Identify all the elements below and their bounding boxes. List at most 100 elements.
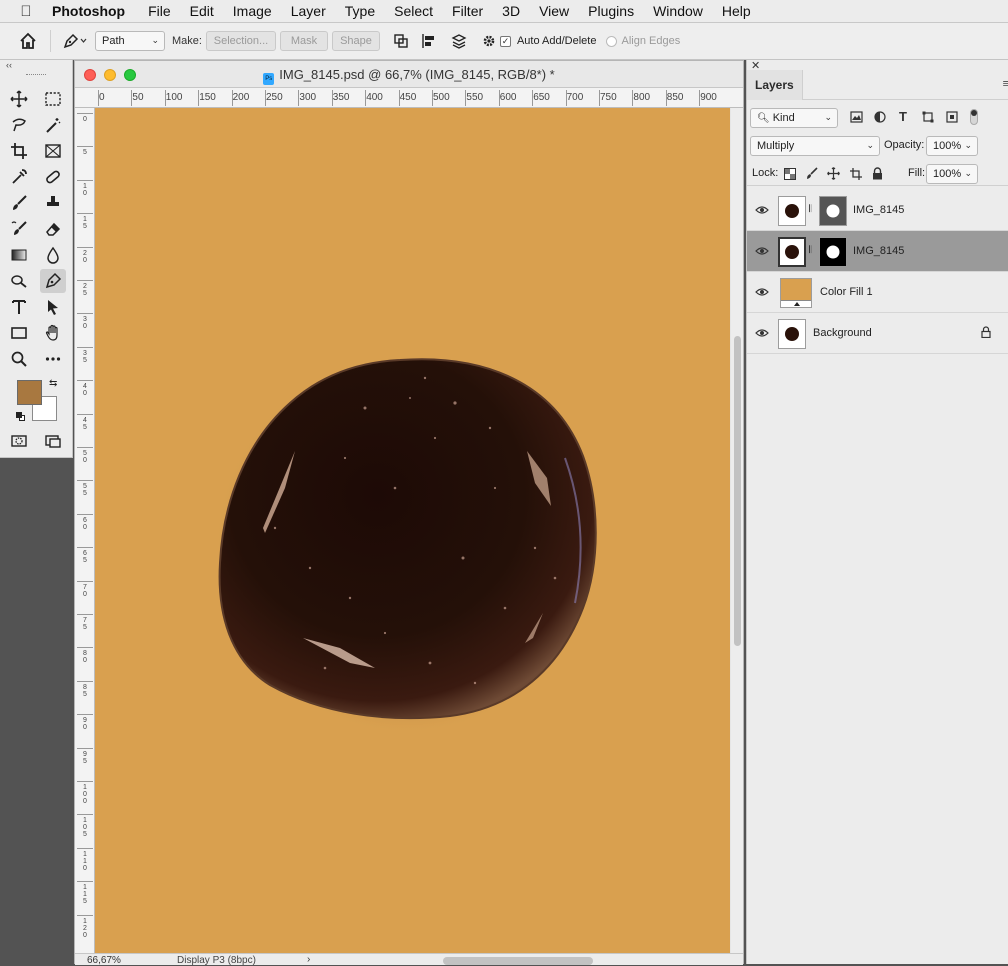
blur-tool-icon[interactable] [40, 243, 66, 267]
more-tools-icon[interactable] [40, 347, 66, 371]
menu-type[interactable]: Type [336, 0, 385, 23]
vertical-ruler[interactable]: 0 5 1 0 1 5 2 0 2 5 3 0 3 5 4 0 4 5 5 0 5 5 6 0 6 5 7 … [75, 108, 95, 953]
menu-edit[interactable]: Edit [181, 0, 224, 23]
gradient-tool-icon[interactable] [6, 243, 32, 267]
lasso-tool-icon[interactable] [6, 113, 32, 137]
menu-app-photoshop[interactable]: Photoshop [52, 0, 139, 23]
shape-layer-filter-icon[interactable] [922, 111, 934, 126]
smart-object-filter-icon[interactable] [946, 111, 958, 126]
lock-transparent-pixels-icon[interactable] [784, 168, 796, 183]
frame-tool-icon[interactable] [40, 139, 66, 163]
brush-tool-icon[interactable] [6, 191, 32, 215]
layer-thumbnail[interactable] [778, 196, 806, 226]
visibility-eye-icon[interactable] [755, 286, 769, 298]
dodge-tool-icon[interactable] [6, 269, 32, 293]
fill-layer-thumbnail[interactable] [780, 278, 812, 308]
layer-name[interactable]: IMG_8145 [853, 204, 904, 216]
horizontal-ruler[interactable]: 0 50 100 150 200 250 300 350 400 450 500 550 600 650 7… [75, 88, 743, 108]
vertical-scrollbar[interactable] [731, 108, 743, 954]
zoom-tool-icon[interactable] [6, 347, 32, 371]
scrollbar-thumb[interactable] [734, 336, 741, 646]
menu-3d[interactable]: 3D [493, 0, 530, 23]
type-layer-filter-icon[interactable]: T [899, 109, 907, 124]
layer-row[interactable]: 𝄃 IMG_8145 [747, 190, 1008, 231]
status-arrow-icon[interactable]: › [307, 954, 310, 965]
blend-mode-select[interactable]: Multiply ⌄ [750, 136, 880, 156]
make-selection-button[interactable]: Selection... [205, 31, 276, 51]
pen-tool-preset-icon[interactable] [59, 28, 91, 54]
layer-thumbnail[interactable] [778, 237, 806, 267]
menu-view[interactable]: View [530, 0, 579, 23]
clone-stamp-icon[interactable] [40, 191, 66, 215]
layer-thumbnail[interactable] [778, 319, 806, 349]
zoom-level[interactable]: 66,67% [87, 955, 121, 966]
mask-link-icon[interactable]: 𝄃 [809, 245, 811, 256]
eraser-tool-icon[interactable] [40, 217, 66, 241]
rectangle-tool-icon[interactable] [6, 321, 32, 345]
collapse-panel-icon[interactable]: ‹‹ [6, 60, 12, 70]
menu-layer[interactable]: Layer [282, 0, 336, 23]
mask-link-icon[interactable]: 𝄃 [809, 204, 811, 215]
menu-image[interactable]: Image [224, 0, 282, 23]
menu-filter[interactable]: Filter [443, 0, 493, 23]
menu-window[interactable]: Window [644, 0, 713, 23]
apple-menu-icon[interactable]:  [0, 3, 52, 20]
menu-plugins[interactable]: Plugins [579, 0, 644, 23]
default-colors-icon[interactable] [16, 412, 25, 421]
layer-row[interactable]: Color Fill 1 [747, 272, 1008, 313]
lock-icon[interactable] [981, 326, 991, 341]
eyedropper-icon[interactable] [6, 165, 32, 189]
path-arrangement-icon[interactable] [444, 28, 474, 54]
layer-name[interactable]: IMG_8145 [853, 245, 904, 257]
panel-menu-icon[interactable]: ≡ [1003, 78, 1008, 90]
path-selection-icon[interactable] [40, 295, 66, 319]
visibility-eye-icon[interactable] [755, 245, 769, 257]
panel-grip[interactable] [26, 74, 46, 76]
crop-tool-icon[interactable] [6, 139, 32, 163]
fill-field[interactable]: 100% ⌄ [926, 164, 978, 184]
lock-position-icon[interactable] [827, 167, 840, 183]
auto-add-delete-checkbox[interactable]: ✓ [499, 35, 511, 47]
home-icon[interactable] [6, 28, 50, 54]
status-info[interactable]: Display P3 (8bpc) [177, 955, 256, 966]
layer-name[interactable]: Color Fill 1 [820, 286, 873, 298]
adjustment-layer-filter-icon[interactable] [874, 111, 886, 126]
filter-toggle-switch[interactable] [970, 109, 978, 125]
swap-colors-icon[interactable]: ⇆ [49, 378, 57, 389]
hand-tool-icon[interactable] [40, 321, 66, 345]
move-tool-icon[interactable] [6, 87, 32, 111]
lock-image-pixels-icon[interactable] [806, 167, 818, 183]
gear-icon[interactable] [478, 28, 500, 54]
screen-mode-icon[interactable] [40, 429, 66, 453]
layer-mask-thumbnail[interactable] [819, 237, 847, 267]
menu-help[interactable]: Help [713, 0, 761, 23]
layer-name[interactable]: Background [813, 327, 872, 339]
pixel-layer-filter-icon[interactable] [850, 111, 863, 126]
lock-artboard-icon[interactable] [850, 168, 862, 183]
visibility-eye-icon[interactable] [755, 204, 769, 216]
canvas[interactable] [95, 108, 730, 954]
marquee-tool-icon[interactable] [40, 87, 66, 111]
path-alignment-icon[interactable] [414, 28, 444, 54]
layer-row-selected[interactable]: 𝄃 IMG_8145 [747, 231, 1008, 272]
foreground-color-swatch[interactable] [17, 380, 42, 405]
path-operations-icon[interactable] [388, 28, 414, 54]
tab-layers[interactable]: Layers [747, 70, 803, 100]
type-tool-icon[interactable] [6, 295, 32, 319]
document-titlebar[interactable]: Ps IMG_8145.psd @ 66,7% (IMG_8145, RGB/8*… [75, 61, 743, 88]
opacity-field[interactable]: 100% ⌄ [926, 136, 978, 156]
menu-select[interactable]: Select [385, 0, 443, 23]
menu-file[interactable]: File [139, 0, 181, 23]
healing-brush-icon[interactable] [40, 165, 66, 189]
make-mask-button[interactable]: Mask [279, 31, 328, 51]
history-brush-icon[interactable] [6, 217, 32, 241]
lock-all-icon[interactable] [872, 167, 883, 183]
quick-mask-icon[interactable] [6, 429, 32, 453]
pen-mode-select[interactable]: Path ⌄ [95, 31, 165, 51]
align-edges-checkbox[interactable] [606, 35, 618, 47]
kind-filter-select[interactable]: 🔍︎ Kind ⌄ [750, 108, 838, 128]
magic-wand-icon[interactable] [40, 113, 66, 137]
visibility-eye-icon[interactable] [755, 327, 769, 339]
pen-tool-icon[interactable] [40, 269, 66, 293]
layer-mask-thumbnail[interactable] [819, 196, 847, 226]
